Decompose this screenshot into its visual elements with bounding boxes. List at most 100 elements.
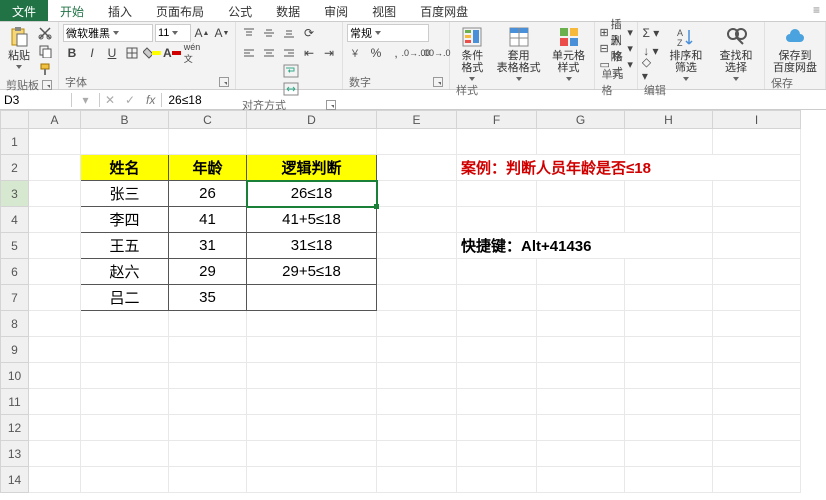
clipboard-launcher[interactable]	[42, 80, 52, 90]
cell-I1[interactable]	[713, 129, 801, 155]
bold-button[interactable]: B	[63, 44, 81, 62]
align-right-button[interactable]	[280, 44, 298, 62]
cell-A2[interactable]	[29, 155, 81, 181]
cell-G11[interactable]	[537, 389, 625, 415]
fx-label[interactable]: fx	[140, 93, 162, 107]
cell-H9[interactable]	[625, 337, 713, 363]
cell-I7[interactable]	[713, 285, 801, 311]
row-header-14[interactable]: 14	[1, 467, 29, 493]
cell-I13[interactable]	[713, 441, 801, 467]
cell-H11[interactable]	[625, 389, 713, 415]
cell-E1[interactable]	[377, 129, 457, 155]
cell-G6[interactable]	[537, 259, 625, 285]
row-header-1[interactable]: 1	[1, 129, 29, 155]
cell-H12[interactable]	[625, 415, 713, 441]
cell-E13[interactable]	[377, 441, 457, 467]
cut-button[interactable]	[36, 24, 54, 42]
cell-D7[interactable]	[247, 285, 377, 311]
cell-A5[interactable]	[29, 233, 81, 259]
cell-C6[interactable]: 29	[169, 259, 247, 285]
cell-E7[interactable]	[377, 285, 457, 311]
cell-D2[interactable]: 逻辑判断	[247, 155, 377, 181]
cell-D1[interactable]	[247, 129, 377, 155]
cell-D14[interactable]	[247, 467, 377, 493]
cell-H14[interactable]	[625, 467, 713, 493]
row-header-8[interactable]: 8	[1, 311, 29, 337]
shrink-font-button[interactable]: A▼	[213, 24, 231, 42]
phonetic-button[interactable]: wén文	[183, 44, 201, 62]
cell-B12[interactable]	[81, 415, 169, 441]
cell-F5[interactable]: 快捷键：Alt+41436	[457, 233, 713, 259]
formula-input[interactable]: 26≤18	[162, 93, 826, 107]
cell-G10[interactable]	[537, 363, 625, 389]
tab-data[interactable]: 数据	[264, 0, 312, 21]
worksheet[interactable]: ABCDEFGHI12姓名年龄逻辑判断案例：判断人员年龄是否≤183张三2626…	[0, 110, 826, 500]
cell-A7[interactable]	[29, 285, 81, 311]
number-launcher[interactable]	[433, 77, 443, 87]
tab-home[interactable]: 开始	[48, 0, 96, 21]
collapse-ribbon[interactable]: ≡	[801, 0, 826, 21]
cell-C9[interactable]	[169, 337, 247, 363]
cell-C3[interactable]: 26	[169, 181, 247, 207]
tab-view[interactable]: 视图	[360, 0, 408, 21]
cell-A10[interactable]	[29, 363, 81, 389]
cell-B5[interactable]: 王五	[81, 233, 169, 259]
cell-A4[interactable]	[29, 207, 81, 233]
cell-G9[interactable]	[537, 337, 625, 363]
col-header-F[interactable]: F	[457, 111, 537, 129]
cell-F2[interactable]: 案例：判断人员年龄是否≤18	[457, 155, 801, 181]
cell-F7[interactable]	[457, 285, 537, 311]
cell-A13[interactable]	[29, 441, 81, 467]
copy-button[interactable]	[36, 42, 54, 60]
row-header-13[interactable]: 13	[1, 441, 29, 467]
cell-A9[interactable]	[29, 337, 81, 363]
cell-C13[interactable]	[169, 441, 247, 467]
cell-A12[interactable]	[29, 415, 81, 441]
cell-E11[interactable]	[377, 389, 457, 415]
cell-A6[interactable]	[29, 259, 81, 285]
cell-F4[interactable]	[457, 207, 537, 233]
cell-I9[interactable]	[713, 337, 801, 363]
col-header-A[interactable]: A	[29, 111, 81, 129]
format-painter-button[interactable]	[36, 60, 54, 78]
cell-A1[interactable]	[29, 129, 81, 155]
select-all-corner[interactable]	[1, 111, 29, 129]
cell-H1[interactable]	[625, 129, 713, 155]
cell-H6[interactable]	[625, 259, 713, 285]
cell-F13[interactable]	[457, 441, 537, 467]
cell-F6[interactable]	[457, 259, 537, 285]
col-header-E[interactable]: E	[377, 111, 457, 129]
cell-C4[interactable]: 41	[169, 207, 247, 233]
col-header-B[interactable]: B	[81, 111, 169, 129]
cell-B7[interactable]: 吕二	[81, 285, 169, 311]
font-size-select[interactable]: 11	[155, 24, 191, 42]
cell-F12[interactable]	[457, 415, 537, 441]
clear-button[interactable]: ◇ ▾	[642, 60, 660, 78]
cell-I12[interactable]	[713, 415, 801, 441]
cell-C1[interactable]	[169, 129, 247, 155]
tab-review[interactable]: 审阅	[312, 0, 360, 21]
cell-D13[interactable]	[247, 441, 377, 467]
row-header-6[interactable]: 6	[1, 259, 29, 285]
cell-D10[interactable]	[247, 363, 377, 389]
cell-I14[interactable]	[713, 467, 801, 493]
cell-G7[interactable]	[537, 285, 625, 311]
tab-file[interactable]: 文件	[0, 0, 48, 21]
cell-G12[interactable]	[537, 415, 625, 441]
increase-indent-button[interactable]: ⇥	[320, 44, 338, 62]
percent-button[interactable]: %	[367, 44, 385, 62]
cell-B1[interactable]	[81, 129, 169, 155]
autosum-button[interactable]: Σ ▾	[642, 24, 660, 42]
cell-B11[interactable]	[81, 389, 169, 415]
cell-A8[interactable]	[29, 311, 81, 337]
col-header-C[interactable]: C	[169, 111, 247, 129]
cell-C7[interactable]: 35	[169, 285, 247, 311]
cell-B14[interactable]	[81, 467, 169, 493]
cell-F9[interactable]	[457, 337, 537, 363]
row-header-3[interactable]: 3	[1, 181, 29, 207]
table-format-button[interactable]: 套用 表格格式	[493, 24, 545, 83]
font-name-select[interactable]: 微软雅黑	[63, 24, 153, 42]
cell-A14[interactable]	[29, 467, 81, 493]
orientation-button[interactable]: ⟳	[300, 24, 318, 42]
underline-button[interactable]: U	[103, 44, 121, 62]
